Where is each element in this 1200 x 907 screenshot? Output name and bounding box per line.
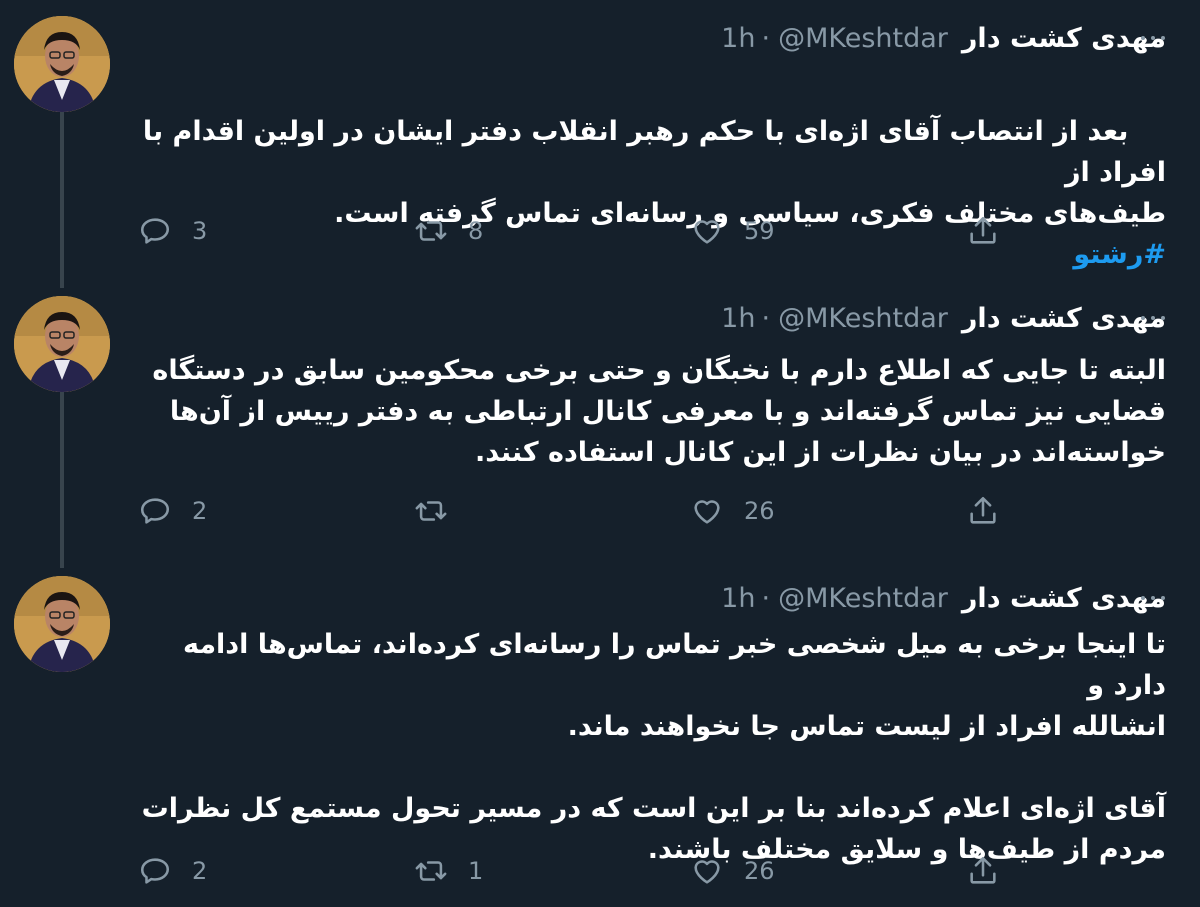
reply-count: 2 <box>192 497 208 525</box>
retweet-count: 1 <box>468 857 484 885</box>
tweet-header: 1h · @MKeshtdar مهدی کشت دار <box>721 18 1166 58</box>
more-icon[interactable] <box>1138 586 1168 610</box>
share-icon <box>970 496 996 524</box>
tweet[interactable]: 1h · @MKeshtdar مهدی کشت دار البته تا جا… <box>0 296 1200 566</box>
share-button[interactable] <box>966 494 1000 528</box>
reply-button[interactable]: 3 <box>138 214 207 248</box>
more-icon[interactable] <box>1138 306 1168 330</box>
tweet[interactable]: 1h · @MKeshtdar مهدی کشت دار تا اینجا بر… <box>0 576 1200 896</box>
timestamp[interactable]: 1h <box>721 23 755 54</box>
display-name[interactable]: مهدی کشت دار <box>962 583 1166 614</box>
separator-dot: · <box>761 582 771 614</box>
tweet-text: تا اینجا برخی به میل شخصی خبر تماس را رس… <box>141 629 1166 865</box>
more-icon[interactable] <box>1138 26 1168 50</box>
display-name[interactable]: مهدی کشت دار <box>962 23 1166 54</box>
like-count: 59 <box>744 217 775 245</box>
retweet-icon <box>415 221 447 241</box>
share-icon <box>970 856 996 884</box>
tweet-header: 1h · @MKeshtdar مهدی کشت دار <box>721 578 1166 618</box>
user-handle[interactable]: @MKeshtdar <box>778 303 948 334</box>
avatar[interactable] <box>14 16 110 112</box>
reply-count: 3 <box>192 217 208 245</box>
user-handle[interactable]: @MKeshtdar <box>778 583 948 614</box>
retweet-count: 8 <box>468 217 484 245</box>
reply-icon <box>140 498 170 524</box>
like-button[interactable]: 26 <box>690 854 775 888</box>
user-handle[interactable]: @MKeshtdar <box>778 23 948 54</box>
heart-icon <box>694 500 720 524</box>
reply-count: 2 <box>192 857 208 885</box>
share-icon <box>970 216 996 244</box>
share-button[interactable] <box>966 214 1000 248</box>
reply-button[interactable]: 2 <box>138 854 207 888</box>
separator-dot: · <box>761 302 771 334</box>
retweet-icon <box>415 861 447 881</box>
retweet-button[interactable]: 1 <box>414 854 483 888</box>
like-button[interactable]: 59 <box>690 214 775 248</box>
display-name[interactable]: مهدی کشت دار <box>962 303 1166 334</box>
like-button[interactable]: 26 <box>690 494 775 528</box>
share-button[interactable] <box>966 854 1000 888</box>
retweet-button[interactable] <box>414 494 468 528</box>
reply-icon <box>140 858 170 884</box>
tweet-body: بعد از انتصاب آقای اژه‌ای با حکم رهبر ان… <box>142 116 1166 229</box>
heart-icon <box>694 860 720 884</box>
retweet-button[interactable]: 8 <box>414 214 483 248</box>
reply-icon <box>140 218 170 244</box>
heart-icon <box>694 220 720 244</box>
separator-dot: · <box>761 22 771 54</box>
like-count: 26 <box>744 497 775 525</box>
retweet-icon <box>415 501 447 521</box>
reply-button[interactable]: 2 <box>138 494 207 528</box>
timestamp[interactable]: 1h <box>721 583 755 614</box>
tweet-text: بعد از انتصاب آقای اژه‌ای با حکم رهبر ان… <box>136 70 1166 316</box>
timestamp[interactable]: 1h <box>721 303 755 334</box>
tweet-text: البته تا جایی که اطلاع دارم با نخبگان و … <box>152 355 1166 468</box>
hashtag-link[interactable]: #رشتو <box>1073 239 1166 270</box>
tweet-header: 1h · @MKeshtdar مهدی کشت دار <box>721 298 1166 338</box>
avatar[interactable] <box>14 576 110 672</box>
like-count: 26 <box>744 857 775 885</box>
tweet[interactable]: 1h · @MKeshtdar مهدی کشت دار بعد از انتص… <box>0 16 1200 286</box>
avatar[interactable] <box>14 296 110 392</box>
